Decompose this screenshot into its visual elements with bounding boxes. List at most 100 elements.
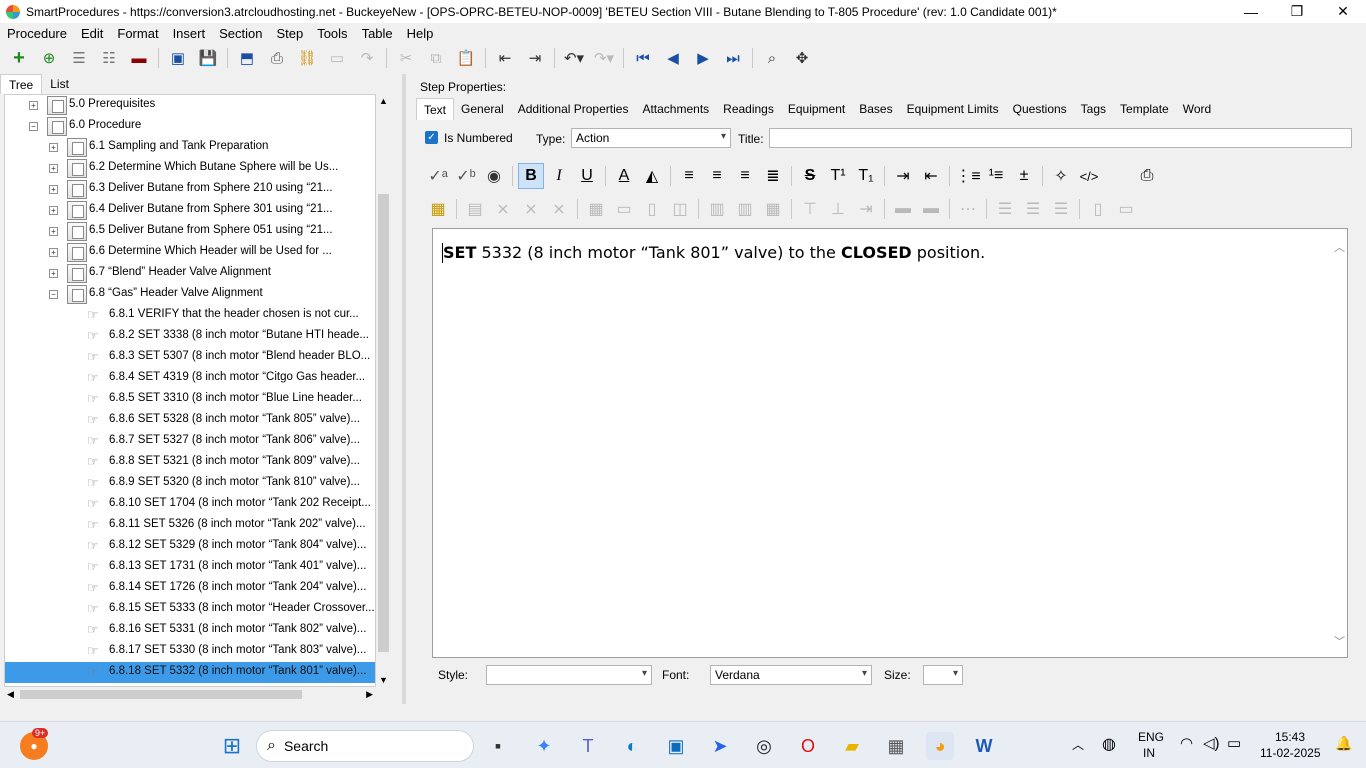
editor-scroll-down-icon[interactable]: ﹀ [1334,633,1345,649]
tab-tags[interactable]: Tags [1074,98,1113,120]
step-text-editor[interactable]: SET 5332 (8 inch motor “Tank 801” valve)… [432,228,1348,658]
print-preview-icon[interactable]: ⎙ [1134,163,1160,189]
tab-template[interactable]: Template [1113,98,1176,120]
tree-step-node[interactable]: ☞ 6.8.4 SET 4319 (8 inch motor “Citgo Gas… [5,368,375,389]
smartprocedures-taskbar-icon[interactable]: ◕ [926,732,954,760]
pane-splitter[interactable] [402,74,406,704]
menu-tools[interactable]: Tools [310,26,354,41]
task-view-icon[interactable]: ▪ [484,732,512,760]
list-edit-icon[interactable]: ☷ [97,46,121,70]
paste-icon[interactable]: 📋 [454,46,478,70]
globe-icon[interactable]: ◉ [481,163,507,189]
expand-icon[interactable]: + [49,143,58,152]
strikethrough-icon[interactable]: S [797,163,823,189]
word-icon[interactable]: W [970,732,998,760]
table-props-icon[interactable]: ▤ [462,196,488,222]
expand-icon[interactable]: + [49,164,58,173]
redo-icon[interactable]: ↷▾ [592,46,616,70]
tab-additional-properties[interactable]: Additional Properties [511,98,636,120]
highlight-icon[interactable]: ◭ [639,163,665,189]
print-icon[interactable]: ⎙ [265,46,289,70]
font-select[interactable]: Verdana ▾ [710,665,872,685]
justify-icon[interactable]: ≣ [760,163,786,189]
last-icon[interactable]: ⏭ [721,46,745,70]
scroll-right-icon[interactable]: ▶ [366,689,373,700]
tree-step-node[interactable]: ☞ 6.8.7 SET 5327 (8 inch motor “Tank 806”… [5,431,375,452]
tree-section-node[interactable]: − 6.8 “Gas” Header Valve Alignment [5,284,375,305]
cell-props-icon[interactable]: ▦ [583,196,609,222]
scroll-left-icon[interactable]: ◀ [7,689,14,700]
language-line2[interactable]: IN [1143,746,1155,760]
tree-step-node[interactable]: ☞ 6.8.10 SET 1704 (8 inch motor “Tank 202… [5,494,375,515]
increase-indent-icon[interactable]: ⇥ [890,163,916,189]
copy-icon[interactable]: ⧉ [424,46,448,70]
language-line1[interactable]: ENG [1138,730,1164,744]
tree-section-node[interactable]: +6.6 Determine Which Header will be Used… [5,242,375,263]
tree-step-node[interactable]: ☞ 6.8.2 SET 3338 (8 inch motor “Butane HT… [5,326,375,347]
tree-horizontal-scrollbar[interactable]: ◀ ▶ [4,687,376,702]
insert-col-left-icon[interactable]: ▥ [704,196,730,222]
insert-line-icon[interactable]: ± [1011,163,1037,189]
outdent-icon[interactable]: ⇤ [493,46,517,70]
numbered-list-icon[interactable]: ¹≡ [983,163,1009,189]
subscript-icon[interactable]: T₁ [853,163,879,189]
scroll-up-icon[interactable]: ▲ [379,96,388,106]
remote-icon[interactable]: ➤ [706,732,734,760]
restore-button[interactable]: ❐ [1274,0,1320,23]
clock-date[interactable]: 11-02-2025 [1260,746,1321,760]
binoculars-icon[interactable]: ⌕ [760,46,784,70]
delete-row-icon[interactable]: ⨯ [518,196,544,222]
tab-questions[interactable]: Questions [1006,98,1074,120]
tree-section-node[interactable]: +6.2 Determine Which Butane Sphere will … [5,158,375,179]
table-height-icon[interactable]: ☰ [1020,196,1046,222]
superscript-icon[interactable]: T¹ [825,163,851,189]
cell-style-icon[interactable]: ◫ [667,196,693,222]
taskbar-search[interactable]: ⌕ Search [256,730,474,762]
table-align-icon[interactable]: ⋯ [955,196,981,222]
code-view-icon[interactable]: </> [1076,163,1102,189]
font-color-icon[interactable]: A [611,163,637,189]
expand-icon[interactable]: + [49,227,58,236]
menu-insert[interactable]: Insert [166,26,213,41]
scroll-thumb-h[interactable] [20,690,302,699]
tree-step-node[interactable]: ☞ 6.8.17 SET 5330 (8 inch motor “Tank 803… [5,641,375,662]
cut-icon[interactable]: ✂ [394,46,418,70]
row-bar-icon[interactable]: ▭ [1113,196,1139,222]
title-input[interactable] [769,128,1352,148]
align-right-icon[interactable]: ≡ [732,163,758,189]
expand-icon[interactable]: + [49,269,58,278]
menu-edit[interactable]: Edit [74,26,110,41]
volume-icon[interactable]: ◁) [1203,734,1220,752]
tree-section-node[interactable]: +6.4 Deliver Butane from Sphere 301 usin… [5,200,375,221]
align-center-icon[interactable]: ≡ [704,163,730,189]
next-icon[interactable]: ▶ [691,46,715,70]
expand-icon[interactable]: + [49,185,58,194]
tab-bases[interactable]: Bases [852,98,899,120]
wifi-icon[interactable]: ◠ [1180,734,1193,752]
type-select[interactable]: Action ▾ [571,128,731,148]
add-icon[interactable]: + [7,46,31,70]
window-icon[interactable]: ▭ [325,46,349,70]
row-icon[interactable]: ⇥ [853,196,879,222]
network-status-icon[interactable]: ◍ [1102,734,1116,754]
tab-word[interactable]: Word [1176,98,1218,120]
tree-step-node[interactable]: ☞ 6.8.18 SET 5332 (8 inch motor “Tank 801… [5,662,375,683]
move-icon[interactable]: ✥ [790,46,814,70]
tree-section-node[interactable]: +6.7 “Blend” Header Valve Alignment [5,263,375,284]
magic-wand-icon[interactable]: ✧ [1048,163,1074,189]
tree-step-node[interactable]: ☞ 6.8.3 SET 5307 (8 inch motor “Blend hea… [5,347,375,368]
redo-arrow-icon[interactable]: ↷ [355,46,379,70]
file-explorer-icon[interactable]: ▰ [838,732,866,760]
delete-table-icon[interactable]: ⨯ [490,196,516,222]
insert-row-above-icon[interactable]: ⊤ [797,196,823,222]
tab-readings[interactable]: Readings [716,98,781,120]
size-select[interactable]: ▾ [923,665,963,685]
menu-help[interactable]: Help [400,26,441,41]
tree-step-node[interactable]: ☞ 6.8.8 SET 5321 (8 inch motor “Tank 809”… [5,452,375,473]
indent-icon[interactable]: ⇥ [523,46,547,70]
battery-icon[interactable]: ▭ [1227,734,1241,752]
spellcheck-icon[interactable]: ✓ᵃ [425,163,451,189]
menu-format[interactable]: Format [110,26,165,41]
tree-step-node[interactable]: ☞ 6.8.1 VERIFY that the header chosen is … [5,305,375,326]
border-icon[interactable]: ▬ [890,196,916,222]
